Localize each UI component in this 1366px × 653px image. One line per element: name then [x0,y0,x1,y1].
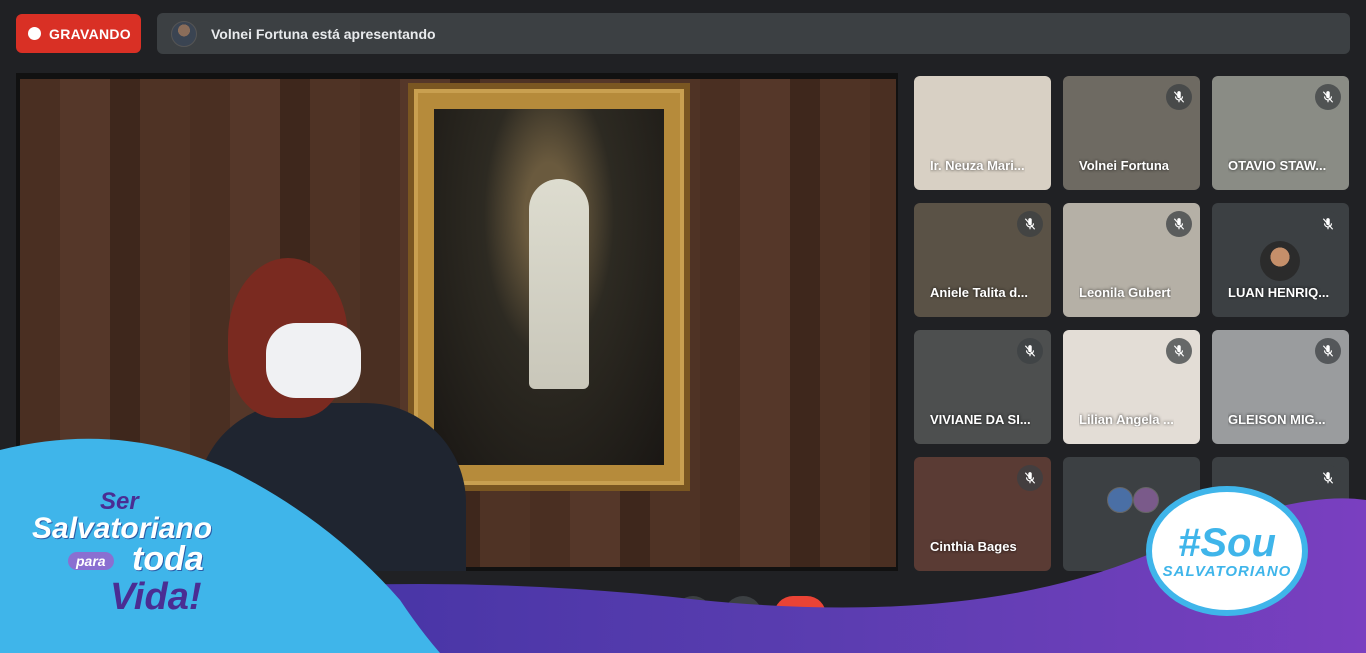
mic-off-icon [1017,211,1043,237]
mic-off-icon [1166,84,1192,110]
participant-tile[interactable]: Ir. Neuza Mari... [914,76,1051,190]
mic-off-icon [1315,465,1341,491]
participant-tile[interactable]: Volnei Fortuna [1063,76,1200,190]
participant-name: GLEISON MIG... [1228,412,1326,427]
mic-off-icon [1017,465,1043,491]
participant-tile[interactable]: Lilian Angela ... [1063,330,1200,444]
participant-avatar [1260,241,1300,281]
speaker-mask [266,323,361,398]
end-call-button[interactable] [774,596,826,634]
participant-name: Cinthia Bages [930,539,1017,554]
painting-figure [529,179,589,389]
mic-off-icon [1017,338,1043,364]
participant-name: Volnei Fortuna [1079,158,1170,173]
group-avatars [1107,487,1159,513]
participant-tile[interactable]: GLEISON MIG... [1212,330,1349,444]
participant-name: OTAVIO STAW... [1228,158,1327,173]
framed-painting [408,83,690,491]
participant-name: Ir. Neuza Mari... [930,158,1025,173]
call-controls [524,596,826,634]
camera-button[interactable] [574,596,612,634]
participant-grid: Ir. Neuza Mari... Volnei Fortuna OTAVIO ST… [914,76,1349,571]
participant-tile[interactable]: Aniele Talita d... [914,203,1051,317]
recording-badge: GRAVANDO [16,14,141,53]
mic-off-icon [1315,338,1341,364]
participant-name: Leonila Gubert [1079,285,1171,300]
mic-off-icon [1166,211,1192,237]
more-options-button[interactable] [724,596,762,634]
participant-name: VIVIANE DA SI... [930,412,1031,427]
presenting-banner[interactable]: Volnei Fortuna está apresentando [157,13,1350,54]
mic-off-icon [1166,338,1192,364]
mic-off-icon [1315,84,1341,110]
raise-hand-button[interactable] [624,596,662,634]
participant-tile[interactable]: LUAN HENRIQ... [1212,203,1349,317]
participant-tile[interactable]: OTAVIO STAW... [1212,76,1349,190]
participant-name: LUAN HENRIQ... [1228,285,1330,300]
participant-name: Aniele Talita d... [930,285,1029,300]
mic-off-icon [1315,211,1341,237]
ser-salvatoriano-logo: Ser Salvatoriano para toda Vida! [32,488,213,618]
presenting-text: Volnei Fortuna está apresentando [211,25,436,42]
participant-tile[interactable]: Leonila Gubert [1063,203,1200,317]
participant-tile[interactable]: VIVIANE DA SI... [914,330,1051,444]
sou-salvatoriano-logo: #Sou SALVATORIANO [1146,486,1308,616]
presenter-avatar [171,20,197,47]
record-dot-icon [28,27,41,40]
participant-name: Lilian Angela ... [1079,412,1174,427]
mic-button[interactable] [524,596,562,634]
present-button[interactable] [674,596,712,634]
participant-tile[interactable]: Cinthia Bages [914,457,1051,571]
recording-label: GRAVANDO [49,25,131,42]
